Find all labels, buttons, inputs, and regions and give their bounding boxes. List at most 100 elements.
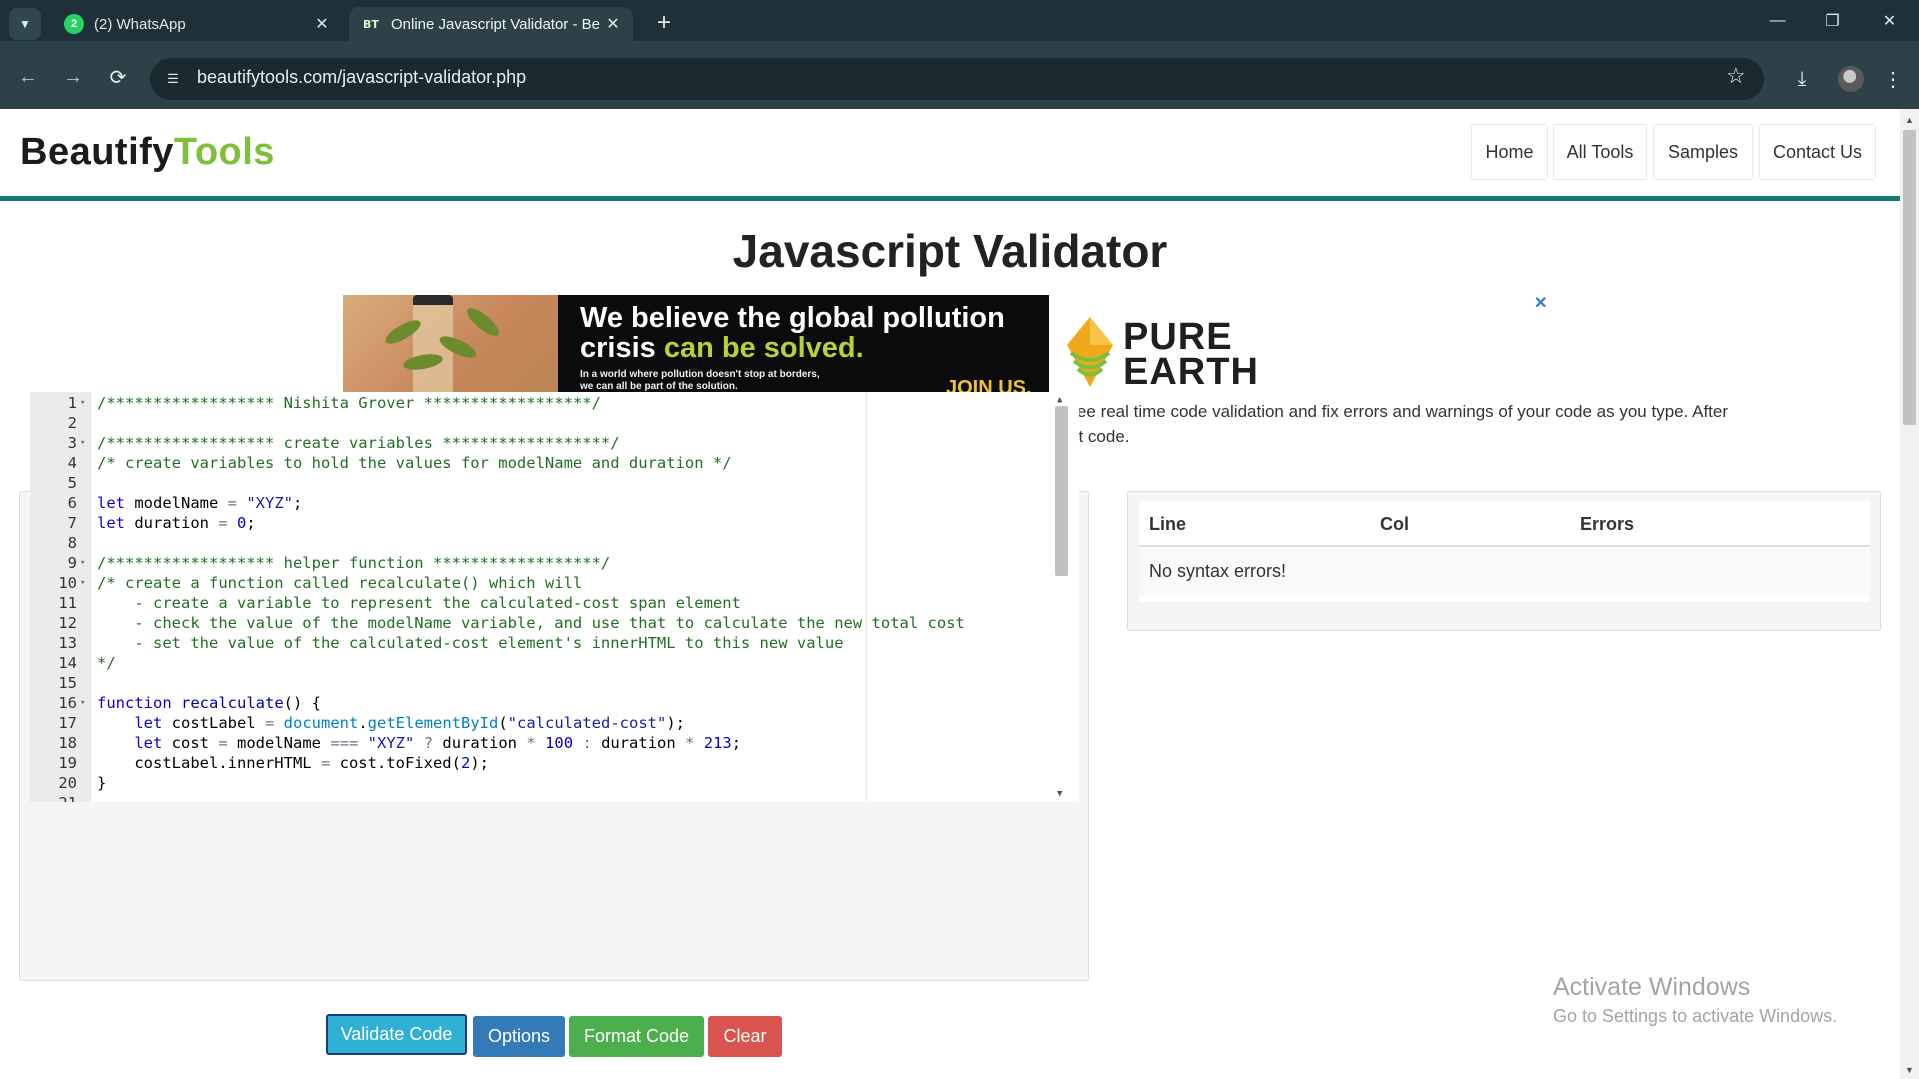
line-number: 7 bbox=[67, 514, 77, 532]
ad-headline: We believe the global pollution crisis c… bbox=[580, 303, 1005, 363]
tab-whatsapp[interactable]: 2 (2) WhatsApp ✕ bbox=[52, 7, 342, 41]
code-text: /****************** Nishita Grover *****… bbox=[97, 394, 601, 412]
code-line[interactable]: 12 - check the value of the modelName va… bbox=[30, 613, 1048, 633]
code-line[interactable]: 21 bbox=[30, 793, 1048, 802]
code-text: costLabel.innerHTML = cost.toFixed(2); bbox=[97, 754, 489, 772]
page-scroll-thumb[interactable] bbox=[1903, 130, 1916, 425]
page-title: Javascript Validator bbox=[732, 225, 1168, 277]
nav-all-tools[interactable]: All Tools bbox=[1553, 124, 1647, 180]
line-number: 15 bbox=[58, 674, 77, 692]
col-header-errors: Errors bbox=[1580, 514, 1635, 534]
site-logo[interactable]: BeautifyTools bbox=[20, 131, 275, 174]
code-line[interactable]: 10 ▾ /* create a function called recalcula… bbox=[30, 573, 1048, 593]
avatar[interactable] bbox=[1838, 66, 1864, 92]
clear-button[interactable]: Clear bbox=[708, 1016, 782, 1057]
code-line[interactable]: 14 */ bbox=[30, 653, 1048, 673]
kebab-menu-icon[interactable]: ⋮ bbox=[1878, 64, 1908, 94]
reload-icon[interactable]: ⟳ bbox=[103, 62, 133, 92]
line-number: 10 bbox=[58, 574, 77, 592]
editor-scrollbar[interactable]: ▲ ▼ bbox=[1049, 392, 1079, 802]
scroll-up-icon[interactable]: ▲ bbox=[1905, 115, 1914, 125]
scroll-down-icon[interactable]: ▼ bbox=[1057, 789, 1062, 799]
fold-toggle-icon[interactable]: ▾ bbox=[80, 693, 85, 713]
code-line[interactable]: 7 let duration = 0; bbox=[30, 513, 1048, 533]
window-close-icon[interactable]: ✕ bbox=[1862, 0, 1917, 41]
fold-toggle-icon[interactable]: ▾ bbox=[80, 393, 85, 413]
ad-headline-line-2: crisis can be solved. bbox=[580, 333, 1005, 363]
code-line[interactable]: 3 ▾ /****************** create variables *… bbox=[30, 433, 1048, 453]
scroll-up-icon[interactable]: ▲ bbox=[1057, 395, 1062, 405]
fold-toggle-icon[interactable]: ▾ bbox=[80, 553, 85, 573]
code-line[interactable]: 19 costLabel.innerHTML = cost.toFixed(2)… bbox=[30, 753, 1048, 773]
code-text: - set the value of the calculated-cost e… bbox=[97, 634, 844, 652]
logo-part-1: Beautify bbox=[20, 131, 174, 173]
minimize-icon[interactable]: — bbox=[1750, 0, 1805, 41]
code-line[interactable]: 2 bbox=[30, 413, 1048, 433]
code-line[interactable]: 20} bbox=[30, 773, 1048, 793]
code-line[interactable]: 5 bbox=[30, 473, 1048, 493]
whatsapp-icon: 2 bbox=[64, 14, 84, 34]
code-text: */ bbox=[97, 654, 116, 672]
code-line[interactable]: 1 ▾ /****************** Nishita Grover ***… bbox=[30, 393, 1048, 413]
page-scrollbar[interactable]: ▲ ▼ bbox=[1900, 109, 1919, 1079]
line-number: 21 bbox=[30, 793, 77, 802]
code-line[interactable]: 11 - create a variable to represent the … bbox=[30, 593, 1048, 613]
new-tab-plus-icon[interactable]: + bbox=[650, 9, 678, 37]
code-text: let duration = 0; bbox=[97, 514, 256, 532]
nav-home[interactable]: Home bbox=[1471, 124, 1548, 180]
tab-search-chevron-down-icon[interactable]: ▼ bbox=[9, 8, 41, 40]
nav-samples[interactable]: Samples bbox=[1653, 124, 1753, 180]
line-number: 18 bbox=[58, 734, 77, 752]
fold-toggle-icon[interactable]: ▾ bbox=[80, 573, 85, 593]
code-line[interactable]: 15 bbox=[30, 673, 1048, 693]
nav-contact-us[interactable]: Contact Us bbox=[1759, 124, 1876, 180]
fold-toggle-icon[interactable]: ▾ bbox=[80, 433, 85, 453]
line-number: 19 bbox=[58, 754, 77, 772]
code-text: /****************** helper function ****… bbox=[97, 554, 611, 572]
line-number: 9 bbox=[67, 554, 77, 572]
line-number: 14 bbox=[58, 654, 77, 672]
download-icon[interactable]: ⤓ bbox=[1787, 64, 1817, 94]
url-text[interactable]: beautifytools.com/javascript-validator.p… bbox=[197, 67, 526, 88]
results-row: No syntax errors! bbox=[1139, 549, 1870, 595]
watermark-line-1: Activate Windows bbox=[1553, 973, 1751, 1001]
line-number: 13 bbox=[58, 634, 77, 652]
ad-close-icon[interactable]: ✕ bbox=[1534, 293, 1547, 313]
code-line[interactable]: 18 let cost = modelName === "XYZ" ? dura… bbox=[30, 733, 1048, 753]
code-line[interactable]: 16 ▾ function recalculate() { bbox=[30, 693, 1048, 713]
code-line[interactable]: 6 let modelName = "XYZ"; bbox=[30, 493, 1048, 513]
star-icon[interactable]: ☆ bbox=[1726, 63, 1746, 89]
code-line[interactable]: 13 - set the value of the calculated-cos… bbox=[30, 633, 1048, 653]
line-number: 5 bbox=[67, 474, 77, 492]
code-text: function recalculate() { bbox=[97, 694, 321, 712]
back-icon[interactable]: ← bbox=[13, 62, 43, 92]
code-line[interactable]: 4 /* create variables to hold the values … bbox=[30, 453, 1048, 473]
close-icon[interactable]: ✕ bbox=[312, 14, 332, 34]
tab-javascript-validator[interactable]: BT Online Javascript Validator - Be ✕ bbox=[349, 7, 633, 41]
code-text: /* create variables to hold the values f… bbox=[97, 454, 732, 472]
code-line[interactable]: 9 ▾ /****************** helper function **… bbox=[30, 553, 1048, 573]
options-button[interactable]: Options bbox=[473, 1016, 565, 1057]
code-line[interactable]: 17 let costLabel = document.getElementBy… bbox=[30, 713, 1048, 733]
code-editor[interactable]: 1 ▾/****************** Nishita Grover ***… bbox=[30, 392, 1079, 802]
line-number: 2 bbox=[67, 414, 77, 432]
site-info-icon[interactable]: ☰ bbox=[160, 66, 186, 92]
validate-code-button[interactable]: Validate Code bbox=[326, 1014, 467, 1055]
code-text: /* create a function called recalculate(… bbox=[97, 574, 583, 592]
restore-icon[interactable]: ❐ bbox=[1805, 0, 1860, 41]
close-icon[interactable]: ✕ bbox=[603, 14, 623, 34]
ad-subtext: In a world where pollution doesn't stop … bbox=[580, 369, 820, 393]
forward-icon[interactable]: → bbox=[58, 62, 88, 92]
brand-line-1: PURE bbox=[1123, 316, 1233, 358]
pure-earth-brand: PURE EARTH bbox=[1123, 316, 1259, 391]
site-header: BeautifyTools Home All Tools Samples Con… bbox=[0, 109, 1900, 201]
ad-headline-2a: crisis bbox=[580, 332, 664, 364]
format-code-button[interactable]: Format Code bbox=[569, 1016, 704, 1057]
scroll-down-icon[interactable]: ▼ bbox=[1905, 1065, 1914, 1075]
code-lines[interactable]: 1 ▾/****************** Nishita Grover ***… bbox=[30, 393, 1048, 802]
ad-headline-line-1: We believe the global pollution bbox=[580, 302, 1005, 334]
code-line[interactable]: 8 bbox=[30, 533, 1048, 553]
editor-scroll-thumb[interactable] bbox=[1055, 406, 1068, 576]
col-header-line: Line bbox=[1149, 514, 1187, 534]
no-errors-message: No syntax errors! bbox=[1149, 561, 1287, 581]
